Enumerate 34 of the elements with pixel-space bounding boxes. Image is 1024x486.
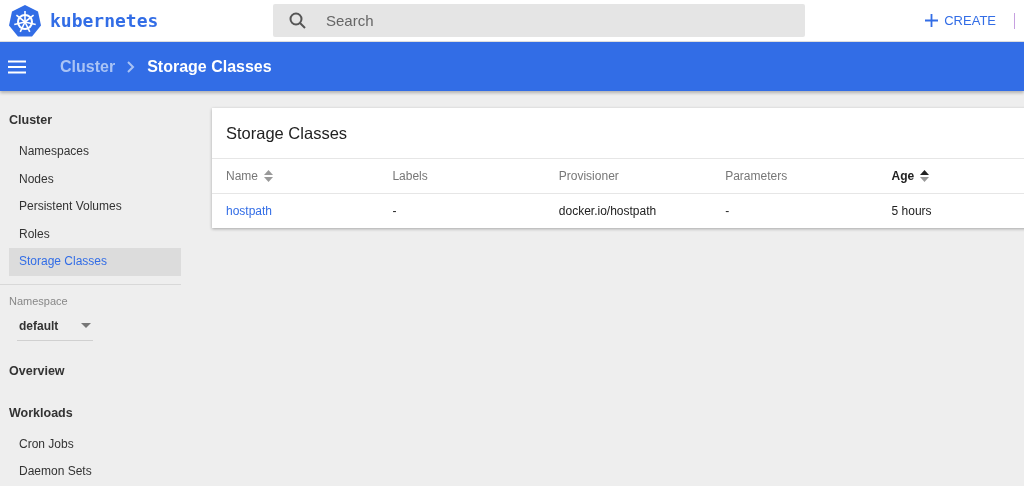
sidebar-item[interactable]: Cron Jobs xyxy=(9,430,181,458)
plus-icon xyxy=(925,14,939,27)
chevron-icon xyxy=(127,60,136,73)
column-header: Provisioner xyxy=(558,169,619,183)
search-field[interactable]: Search xyxy=(273,4,805,37)
breadcrumb-item: Storage Classes xyxy=(147,57,272,76)
column-header: Labels xyxy=(392,169,428,183)
sidebar-item[interactable]: Namespaces xyxy=(9,138,181,166)
sidebar-heading[interactable]: Cluster xyxy=(0,108,196,132)
sidebar-item[interactable]: Persistent Volumes xyxy=(9,193,181,221)
table-cell: - xyxy=(725,204,730,218)
table-cell: 5 hours xyxy=(891,204,932,218)
dropdown-caret-icon xyxy=(81,323,91,328)
sidebar-heading[interactable]: Overview xyxy=(0,358,196,383)
column-header[interactable]: Age xyxy=(891,169,915,183)
helm-wheel-icon[interactable] xyxy=(8,3,42,38)
sidebar-item[interactable]: Roles xyxy=(9,220,181,248)
app-name[interactable]: kubernetes xyxy=(50,10,159,31)
column-header[interactable]: Name xyxy=(226,169,258,183)
create-button[interactable]: CREATE xyxy=(919,9,1002,32)
name-link[interactable]: hostpath xyxy=(226,204,273,218)
search-icon xyxy=(289,12,306,29)
sidebar-heading[interactable]: Workloads xyxy=(0,400,196,425)
menu-icon[interactable] xyxy=(8,59,26,74)
sort-icon[interactable] xyxy=(920,170,930,182)
sidebar-item[interactable]: Nodes xyxy=(9,165,181,193)
namespace-label: Namespace xyxy=(8,294,69,307)
table-cell: - xyxy=(392,204,397,218)
card-title: Storage Classes xyxy=(212,108,1024,159)
column-header: Parameters xyxy=(725,169,788,183)
sidebar-item[interactable]: Daemon Sets xyxy=(9,458,181,486)
namespace-dropdown[interactable]: default xyxy=(17,314,93,341)
sidebar-item[interactable]: Storage Classes xyxy=(9,248,181,276)
table-cell: docker.io/hostpath xyxy=(558,204,657,218)
